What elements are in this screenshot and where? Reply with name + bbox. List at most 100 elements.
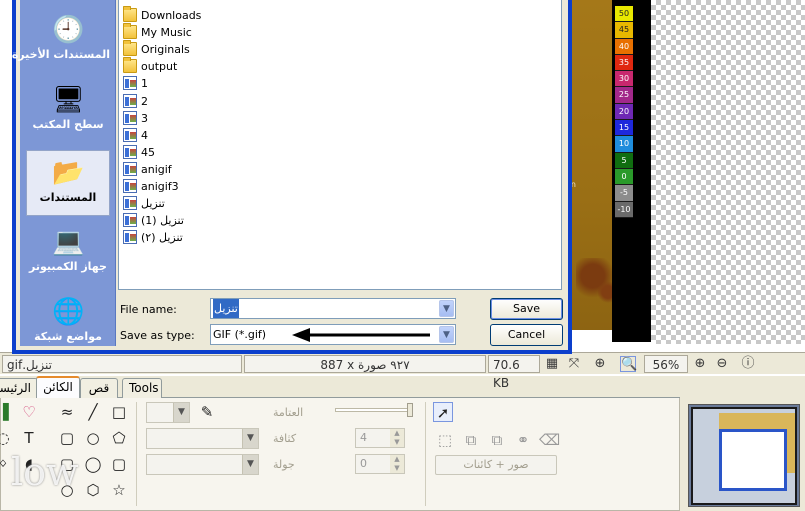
density-label: كثافة	[273, 432, 297, 445]
tab-tools[interactable]: Tools	[122, 378, 162, 398]
file-list-item[interactable]: تنزيل (٢)	[123, 229, 183, 246]
file-list-item[interactable]: 3	[123, 110, 148, 127]
file-list-item[interactable]: 1	[123, 75, 148, 92]
place-network[interactable]: 🌐 مواضع شبكة	[26, 290, 110, 356]
fill-dropdown[interactable]: ▼	[146, 454, 259, 475]
pentagon-icon[interactable]: ⬠	[109, 428, 129, 448]
color-picker[interactable]: ▼	[146, 402, 190, 423]
ellipse-partial-icon[interactable]: ◌	[0, 428, 13, 448]
text-tool-icon[interactable]: T	[19, 428, 39, 448]
folder-icon	[123, 23, 137, 40]
save-button[interactable]: Save	[490, 298, 563, 320]
green-tool-icon[interactable]: ▐	[0, 402, 13, 422]
file-list-item[interactable]: output	[123, 57, 178, 75]
legend-value: 30	[615, 71, 633, 88]
actual-size-icon[interactable]: ⊕	[592, 356, 608, 372]
delete-object-icon[interactable]: ⌫	[539, 430, 560, 450]
folder-icon	[123, 6, 137, 22]
file-name: تنزيل (1)	[141, 214, 184, 228]
file-name: anigif3	[141, 180, 179, 193]
recent-documents-icon: 🕘	[52, 15, 85, 45]
round-stepper[interactable]: 0 ▲ ▼	[355, 454, 405, 474]
tab-home[interactable]: الرئيسية	[0, 378, 38, 398]
fit-to-window-icon[interactable]: ⤧	[566, 356, 582, 372]
rounded-rect-icon[interactable]: ▢	[57, 428, 77, 448]
duplicate-icon[interactable]: ⧉	[487, 430, 507, 450]
watermark-text: low	[11, 450, 79, 494]
ring-icon[interactable]: ◯	[83, 454, 103, 474]
desktop-icon: 🖥	[52, 85, 86, 115]
zoom-icon[interactable]: 🔍	[620, 356, 637, 372]
divider	[425, 402, 426, 506]
file-list-item[interactable]: My Music	[123, 23, 192, 41]
image-file-icon	[123, 179, 137, 193]
filename-field[interactable]: تنزيل ▼	[210, 298, 456, 319]
network-places-icon: 🌐	[52, 297, 85, 327]
group-icon[interactable]: ⚭	[513, 430, 533, 450]
file-list-item[interactable]: anigif	[123, 161, 172, 178]
rectangle-icon[interactable]: □	[109, 402, 129, 422]
file-list-item[interactable]: تنزيل (1)	[123, 212, 184, 229]
file-name: Downloads	[141, 9, 202, 22]
bring-forward-icon[interactable]: ⧉	[461, 430, 481, 450]
ribbon-tabs: الرئيسية الكائن قص Tools	[0, 376, 680, 399]
image-file-icon	[123, 213, 137, 228]
place-my-computer[interactable]: 💻 جهاز الكمبيوتر	[26, 220, 110, 286]
file-list-item[interactable]: تنزيل	[123, 195, 165, 212]
transparency-icon[interactable]: ▦	[544, 356, 560, 372]
stepper-arrows[interactable]: ▲ ▼	[390, 429, 404, 447]
color-legend: 50 45 40 35 30 25 20 15 10 5 0 -5 -10	[615, 6, 633, 218]
zoom-level: 56%	[644, 355, 688, 373]
star-icon[interactable]: ☆	[109, 480, 129, 500]
divider	[136, 402, 137, 506]
file-list-item[interactable]: 2	[123, 93, 148, 110]
navigator-thumbnail[interactable]	[688, 404, 800, 507]
place-my-documents[interactable]: 📂 المستندات	[26, 150, 110, 216]
legend-value: 45	[615, 22, 633, 39]
freehand-icon[interactable]: ≈	[57, 402, 77, 422]
opacity-slider[interactable]	[335, 403, 413, 417]
legend-value: 20	[615, 103, 633, 121]
density-stepper[interactable]: 4 ▲ ▼	[355, 428, 405, 448]
file-list-item[interactable]: Downloads	[123, 6, 202, 24]
thumbnail-viewport[interactable]	[691, 407, 797, 505]
file-name: My Music	[141, 26, 192, 40]
circle-icon[interactable]: ○	[83, 428, 103, 448]
file-list-item[interactable]: 4	[123, 127, 148, 144]
select-arrow-icon[interactable]: ➚	[433, 402, 453, 422]
save-as-dialog: 🕘 المستندات الأخيرة 🖥 سطح المكتب 📂 المست…	[12, 0, 572, 354]
line-icon[interactable]: ╱	[83, 402, 103, 422]
tab-object[interactable]: الكائن	[36, 376, 80, 399]
zoom-in-icon[interactable]: ⊕	[692, 356, 708, 372]
zoom-out-icon[interactable]: ⊖	[714, 356, 730, 372]
chevron-down-icon[interactable]: ▼	[439, 326, 454, 343]
dialog-body: 🕘 المستندات الأخيرة 🖥 سطح المكتب 📂 المست…	[12, 0, 568, 350]
legend-value: 40	[615, 38, 633, 55]
place-recent-documents[interactable]: 🕘 المستندات الأخيرة	[12, 8, 110, 74]
style-dropdown[interactable]: ▼	[146, 428, 259, 449]
file-name: 1	[141, 77, 148, 91]
cancel-button[interactable]: Cancel	[490, 324, 563, 346]
file-list-item[interactable]: anigif3	[123, 178, 179, 195]
eyedropper-icon[interactable]: ✎	[197, 402, 217, 422]
chevron-down-icon: ▼	[242, 429, 258, 448]
file-list-item[interactable]: Originals	[123, 40, 190, 58]
legend-value: 15	[615, 120, 633, 137]
heart-shape-icon[interactable]: ♡	[19, 402, 39, 422]
tab-crop[interactable]: قص	[80, 378, 118, 398]
legend-value: 25	[615, 87, 633, 104]
image-file-icon	[123, 144, 137, 159]
slider-handle[interactable]	[407, 403, 413, 417]
rounded-box-icon[interactable]: ▢	[109, 454, 129, 474]
merge-objects-button[interactable]: صور + كائنات	[435, 455, 557, 475]
place-desktop[interactable]: 🖥 سطح المكتب	[26, 78, 110, 144]
file-name: output	[141, 60, 178, 74]
stepper-arrows[interactable]: ▲ ▼	[390, 455, 404, 473]
info-icon[interactable]: ⓘ	[740, 356, 756, 372]
hexagon-icon[interactable]: ⬡	[83, 480, 103, 500]
object-icon[interactable]: ⬚	[435, 430, 455, 450]
file-list-item[interactable]: 45	[123, 144, 155, 161]
chevron-down-icon[interactable]: ▼	[439, 300, 454, 317]
file-name: 2	[141, 94, 148, 108]
image-file-icon	[123, 93, 137, 108]
